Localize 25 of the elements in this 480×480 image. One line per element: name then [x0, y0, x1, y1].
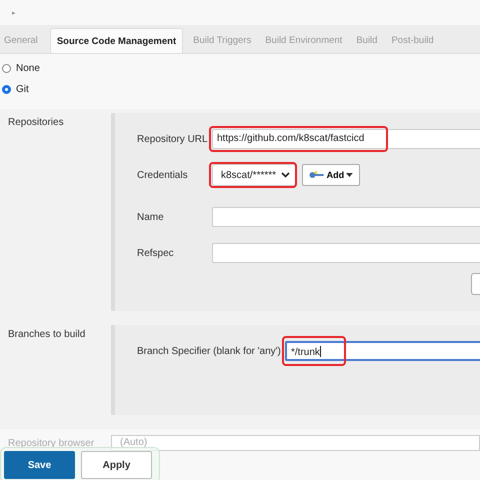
section-label: Branches to build — [7, 328, 86, 342]
credentials-dropdown[interactable]: k8scat/****** — [212, 164, 296, 186]
add-button[interactable]: Add — [302, 164, 360, 186]
input-field[interactable]: https://github.com/k8scat/fastcicd — [212, 129, 480, 149]
advanced-button[interactable] — [471, 273, 480, 295]
section-label: Repositories — [7, 116, 65, 130]
key-icon — [309, 171, 325, 179]
radio-label: None — [16, 63, 40, 74]
field-label: Name — [137, 212, 165, 222]
field-label: Refspec — [137, 248, 175, 258]
input-field[interactable]: */trunk — [285, 341, 480, 361]
field-label: Credentials — [137, 170, 189, 180]
chevron-down-icon — [281, 172, 290, 178]
apply-button[interactable]: Apply — [81, 451, 152, 479]
field-label: Repository browser — [7, 438, 96, 448]
field-label: Repository URL — [137, 134, 209, 144]
input-field[interactable] — [212, 207, 480, 227]
radio-button[interactable] — [2, 85, 11, 94]
field-label: Branch Specifier (blank for 'any') — [137, 346, 282, 356]
caret-icon — [346, 173, 353, 177]
tab[interactable]: Source Code Management — [50, 28, 184, 53]
radio-button[interactable] — [2, 64, 11, 73]
save-button[interactable]: Save — [4, 451, 75, 479]
radio-label: Git — [16, 84, 29, 95]
input-field[interactable] — [212, 243, 480, 263]
